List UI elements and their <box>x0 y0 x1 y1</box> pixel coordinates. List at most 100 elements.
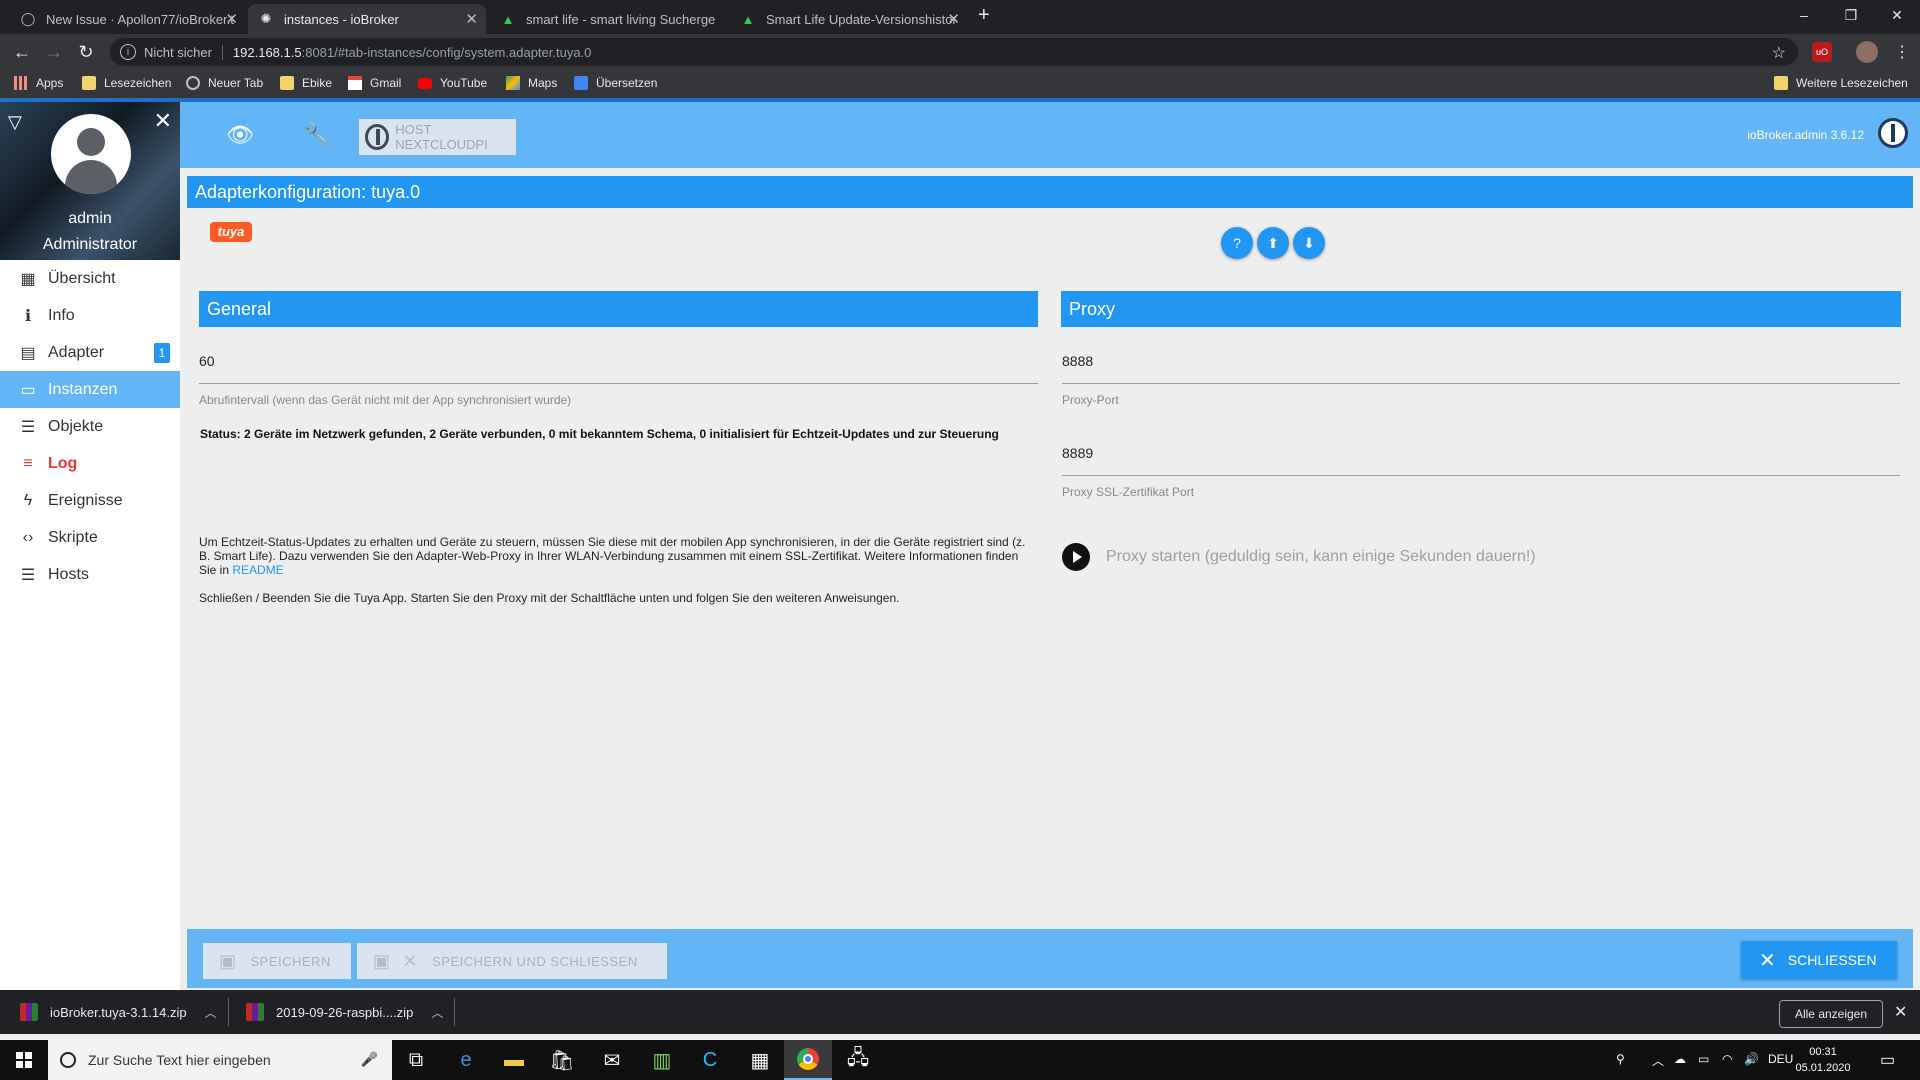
security-label[interactable]: Nicht sicher <box>144 44 223 60</box>
bookmark-maps[interactable]: Maps <box>506 76 557 90</box>
download-button[interactable]: ⬇ <box>1293 227 1325 259</box>
bookmark-label: Ebike <box>302 76 333 90</box>
address-bar[interactable]: i Nicht sicher 192.168.1.5 :8081/#tab-in… <box>110 38 1798 66</box>
download-icon: ⬇ <box>1303 234 1315 251</box>
tab-iobroker-instances[interactable]: ✺ instances - ioBroker ✕ <box>248 4 486 34</box>
sidebar-item-adapter[interactable]: ▤ Adapter 1 <box>0 334 180 371</box>
proxy-ssl-port-input[interactable]: 8889 <box>1062 445 1093 461</box>
minimize-button[interactable]: – <box>1781 0 1827 30</box>
sidebar-item-instanzen[interactable]: ▭ Instanzen <box>0 371 180 408</box>
update-count-badge: 1 <box>154 343 170 363</box>
windows-start-button[interactable] <box>0 1040 48 1080</box>
app-icon[interactable]: ▥ <box>638 1040 686 1080</box>
bookmark-youtube[interactable]: YouTube <box>418 76 487 90</box>
code-icon: ‹› <box>22 528 34 546</box>
back-icon[interactable]: ← <box>10 40 34 64</box>
user-name: admin <box>68 210 112 227</box>
chevron-up-icon[interactable]: ︿ <box>431 1004 443 1021</box>
eye-icon[interactable]: 👁 <box>226 122 254 148</box>
poll-interval-input[interactable]: 60 <box>199 353 215 369</box>
tab-smart-life-search[interactable]: ▲ smart life - smart living Sucherge <box>490 4 728 34</box>
proxy-port-input[interactable]: 8888 <box>1062 353 1093 369</box>
profile-avatar[interactable] <box>1856 41 1878 63</box>
edge-icon[interactable]: e <box>442 1040 490 1080</box>
sidebar-item-log[interactable]: ≡ Log <box>0 445 180 482</box>
iobroker-triangle-icon[interactable]: ▽ <box>8 112 22 133</box>
sidebar-item-ereignisse[interactable]: ϟ Ereignisse <box>0 482 180 519</box>
new-tab-button[interactable]: + <box>978 4 990 27</box>
host-button[interactable]: HOST NEXTCLOUDPI <box>359 119 516 155</box>
close-tab-icon[interactable]: ✕ <box>225 10 238 28</box>
sidebar-item-hosts[interactable]: ☰ Hosts <box>0 556 180 593</box>
tab-smart-life-versions[interactable]: ▲ Smart Life Update-Versionshistor ✕ <box>730 4 968 34</box>
battery-icon[interactable]: ▭ <box>1698 1052 1709 1066</box>
store-icon[interactable]: 🛍 <box>538 1040 586 1080</box>
close-button[interactable]: ✕ SCHLIESSEN <box>1741 941 1897 979</box>
download-item[interactable]: ioBroker.tuya-3.1.14.zip ︿ <box>20 990 217 1034</box>
wifi-icon[interactable]: ◠ <box>1722 1052 1732 1066</box>
maximize-button[interactable]: ❐ <box>1828 0 1874 30</box>
upload-icon: ⬆ <box>1267 234 1279 251</box>
close-download-shelf-icon[interactable]: ✕ <box>1894 1002 1907 1022</box>
sidebar-item-uebersicht[interactable]: ▦ Übersicht <box>0 260 180 297</box>
onedrive-icon[interactable]: ☁ <box>1674 1052 1686 1066</box>
save-and-close-button[interactable]: ▣ ✕ SPEICHERN UND SCHLIESSEN <box>357 943 667 979</box>
upload-button[interactable]: ⬆ <box>1257 227 1289 259</box>
chrome-icon[interactable] <box>784 1040 832 1080</box>
sidebar-item-objekte[interactable]: ☰ Objekte <box>0 408 180 445</box>
bookmark-apps[interactable]: Apps <box>14 76 63 90</box>
save-close-label: SPEICHERN UND SCHLIESSEN <box>432 953 638 969</box>
close-window-button[interactable]: ✕ <box>1874 0 1920 30</box>
taskbar-search-box[interactable]: Zur Suche Text hier eingeben 🎤 <box>48 1040 392 1080</box>
divider <box>454 998 455 1026</box>
tuya-logo: tuya <box>210 222 252 242</box>
star-icon[interactable]: ☆ <box>1772 43 1786 63</box>
save-button[interactable]: ▣ SPEICHERN <box>203 943 351 979</box>
readme-link[interactable]: README <box>232 563 283 577</box>
admin-version: ioBroker.admin 3.6.12 <box>1747 128 1864 142</box>
microphone-icon[interactable]: 🎤 <box>361 1051 378 1068</box>
notifications-icon[interactable]: ▭ <box>1880 1050 1895 1070</box>
bookmark-neuer-tab[interactable]: Neuer Tab <box>186 76 263 90</box>
show-all-downloads-button[interactable]: Alle anzeigen <box>1779 1000 1883 1028</box>
ccleaner-icon[interactable]: C <box>686 1040 734 1080</box>
reload-icon[interactable]: ↻ <box>74 40 98 64</box>
file-explorer-icon[interactable]: ▬ <box>490 1040 538 1080</box>
help-button[interactable]: ? <box>1221 227 1253 259</box>
network-app-icon[interactable]: 🖧 <box>834 1040 882 1080</box>
language-indicator[interactable]: DEU <box>1768 1052 1793 1066</box>
bookmark-ebike[interactable]: Ebike <box>280 76 332 90</box>
bookmark-other[interactable]: Weitere Lesezeichen <box>1774 76 1908 90</box>
taskbar-clock[interactable]: 00:31 05.01.2020 <box>1793 1044 1853 1076</box>
folder-icon <box>280 76 294 90</box>
task-view-icon[interactable]: ⧉ <box>392 1040 440 1080</box>
sidebar-item-label: Log <box>48 454 78 472</box>
info-icon[interactable]: i <box>120 44 136 60</box>
chevron-up-icon[interactable]: ︿ <box>205 1004 217 1021</box>
ublock-extension-icon[interactable]: uO <box>1812 42 1832 62</box>
calculator-icon[interactable]: ▦ <box>736 1040 784 1080</box>
mail-icon[interactable]: ✉ <box>588 1040 636 1080</box>
section-proxy-heading: Proxy <box>1061 291 1901 327</box>
close-sidebar-icon[interactable]: ✕ <box>154 108 172 134</box>
bookmark-lesezeichen[interactable]: Lesezeichen <box>82 76 171 90</box>
bookmark-translate[interactable]: Übersetzen <box>574 76 657 90</box>
bookmark-gmail[interactable]: Gmail <box>348 76 401 90</box>
sidebar-item-info[interactable]: ℹ Info <box>0 297 180 334</box>
menu-dots-icon[interactable]: ⋮ <box>1894 42 1910 62</box>
apkpure-icon: ▲ <box>501 11 515 27</box>
people-icon[interactable]: ⚲ <box>1616 1052 1625 1066</box>
close-tab-icon[interactable]: ✕ <box>947 10 960 28</box>
forward-icon[interactable]: → <box>42 40 66 64</box>
volume-icon[interactable]: 🔊 <box>1744 1052 1759 1066</box>
tab-github-issue[interactable]: ◯ New Issue · Apollon77/ioBroker.t ✕ <box>10 4 246 34</box>
divider <box>228 998 229 1026</box>
chevron-up-icon[interactable]: ︿ <box>1652 1052 1664 1069</box>
sidebar-item-skripte[interactable]: ‹› Skripte <box>0 519 180 556</box>
download-item[interactable]: 2019-09-26-raspbi....zip ︿ <box>246 990 443 1034</box>
close-tab-icon[interactable]: ✕ <box>465 10 478 28</box>
proxy-start-button[interactable]: Proxy starten (geduldig sein, kann einig… <box>1062 543 1536 571</box>
sidebar-item-label: Adapter <box>48 343 105 361</box>
wrench-icon[interactable]: 🔧 <box>303 122 330 148</box>
section-general-heading: General <box>199 291 1038 327</box>
